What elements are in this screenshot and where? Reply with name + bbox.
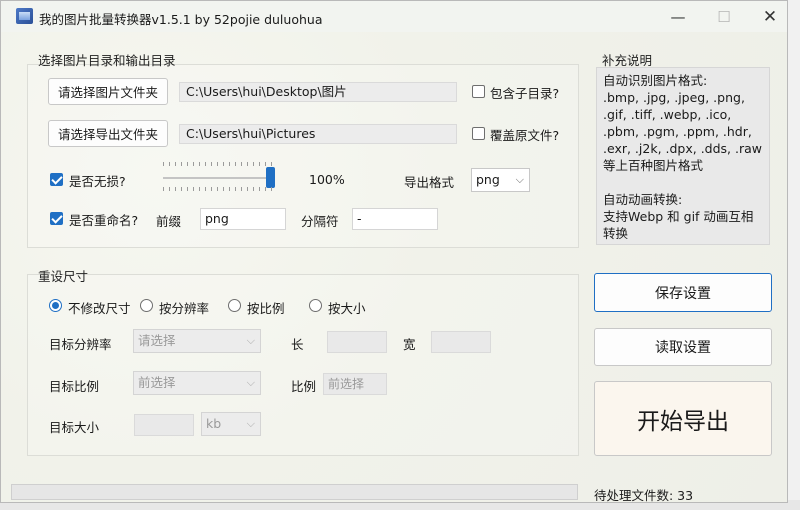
image-folder-path-field[interactable]: C:\Users\hui\Desktop\图片 [179,82,457,102]
quality-slider-ticks [163,162,275,166]
select-image-folder-button[interactable]: 请选择图片文件夹 [48,78,168,105]
progress-bar [11,484,578,500]
separator-input[interactable]: - [352,208,438,230]
select-export-folder-button[interactable]: 请选择导出文件夹 [48,120,168,147]
resize-option-resolution-radio[interactable] [140,299,153,312]
resize-option-ratio-radio[interactable] [228,299,241,312]
size-unit-select[interactable]: kb ⌵ [201,412,261,436]
include-subdirs-label: 包含子目录? [490,86,560,101]
prefix-input[interactable]: png [200,208,286,230]
target-ratio-label: 目标比例 [49,379,100,394]
size-unit-value: kb [206,416,222,431]
quality-slider-handle[interactable] [266,167,275,188]
export-format-label: 导出格式 [404,175,455,190]
title-bar: 我的图片批量转换器v1.5.1 by 52pojie duluohua — ☐ … [1,1,787,32]
desktop-background-right [788,0,800,510]
quality-slider-track[interactable] [163,177,275,179]
separator-label: 分隔符 [301,214,339,229]
load-settings-button[interactable]: 读取设置 [594,328,772,366]
include-subdirs-checkbox[interactable] [472,85,485,98]
target-ratio-select[interactable]: 前选择 ⌵ [133,371,261,395]
target-size-input[interactable] [134,414,194,436]
app-window: 我的图片批量转换器v1.5.1 by 52pojie duluohua — ☐ … [0,0,788,503]
app-logo-icon [16,8,33,24]
save-settings-button[interactable]: 保存设置 [594,273,772,312]
resize-option-none-label: 不修改尺寸 [68,301,131,316]
resize-group-title: 重设尺寸 [38,269,89,284]
notes-text: 自动识别图片格式: .bmp, .jpg, .jpeg, .png, .gif,… [603,73,762,241]
overwrite-checkbox[interactable] [472,127,485,140]
target-ratio-value: 前选择 [138,375,176,390]
target-resolution-select[interactable]: 请选择 ⌵ [133,329,261,353]
prefix-label: 前缀 [156,214,182,229]
close-button[interactable]: ✕ [747,1,793,32]
chevron-down-icon: ⌵ [246,376,255,389]
rename-checkbox[interactable] [50,212,63,225]
length-label: 长 [291,337,304,352]
export-format-value: png [476,172,500,187]
resize-option-ratio-label: 按比例 [247,301,285,316]
chevron-down-icon: ⌵ [515,173,524,186]
width-label: 宽 [403,337,416,352]
width-input[interactable] [431,331,491,353]
rename-label: 是否重命名? [69,213,139,228]
window-title: 我的图片批量转换器v1.5.1 by 52pojie duluohua [39,12,323,27]
chevron-down-icon: ⌵ [246,334,255,347]
minimize-button[interactable]: — [655,1,701,32]
pending-files-count: 待处理文件数: 33 [594,488,694,503]
resize-option-none-radio[interactable] [49,299,62,312]
start-export-button[interactable]: 开始导出 [594,381,772,456]
export-format-select[interactable]: png ⌵ [471,168,530,192]
export-folder-path-field[interactable]: C:\Users\hui\Pictures [179,124,457,144]
overwrite-label: 覆盖原文件? [490,128,560,143]
lossless-label: 是否无损? [69,174,126,189]
target-resolution-value: 请选择 [138,333,176,348]
maximize-button[interactable]: ☐ [701,1,747,32]
length-input[interactable] [327,331,387,353]
quality-slider-ticks-bottom [163,187,275,191]
resize-option-size-radio[interactable] [309,299,322,312]
ratio-label: 比例 [291,379,317,394]
resize-option-resolution-label: 按分辨率 [159,301,210,316]
chevron-down-icon: ⌵ [246,417,255,430]
dirs-group-title: 选择图片目录和输出目录 [38,53,176,68]
resize-option-size-label: 按大小 [328,301,366,316]
target-size-label: 目标大小 [49,420,100,435]
target-resolution-label: 目标分辨率 [49,337,112,352]
lossless-checkbox[interactable] [50,173,63,186]
quality-value-text: 100% [309,172,345,187]
notes-panel: 自动识别图片格式: .bmp, .jpg, .jpeg, .png, .gif,… [596,67,770,245]
ratio-input[interactable]: 前选择 [323,373,387,395]
